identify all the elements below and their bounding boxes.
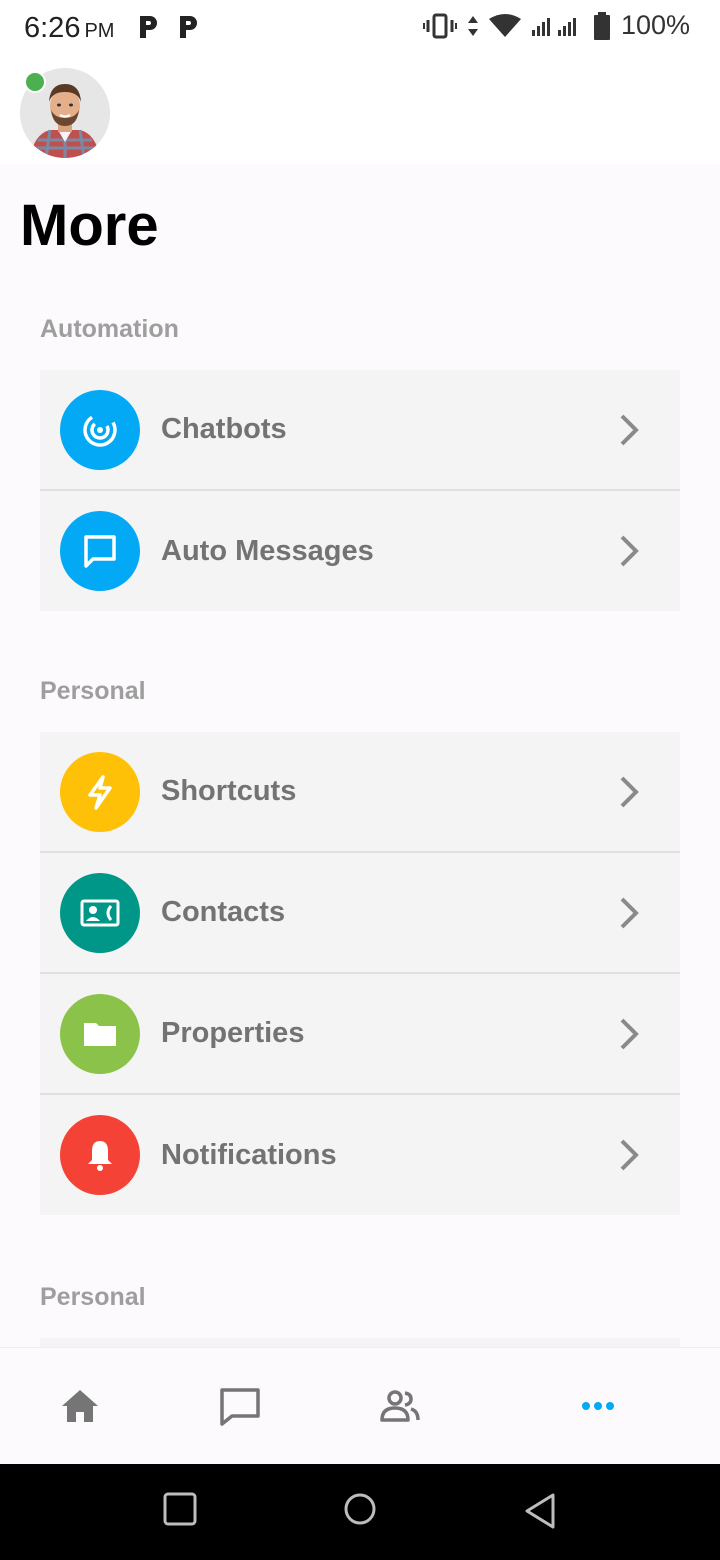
list-item-label: Properties bbox=[161, 1017, 305, 1049]
nav-home-button[interactable] bbox=[50, 1378, 110, 1434]
chevron-right-icon bbox=[620, 1139, 639, 1171]
status-time-value: 6:26 bbox=[24, 12, 81, 44]
list-item-shortcuts[interactable]: Shortcuts bbox=[40, 732, 680, 853]
chevron-right-icon bbox=[620, 897, 639, 928]
recents-icon[interactable] bbox=[163, 1492, 197, 1526]
list-item-label: Chatbots bbox=[161, 413, 287, 445]
parking-app-icon bbox=[140, 16, 157, 38]
bottom-nav bbox=[0, 1347, 720, 1464]
list-item-contacts[interactable]: Contacts bbox=[40, 853, 680, 974]
folder-icon bbox=[60, 993, 140, 1074]
chevron-right-icon bbox=[620, 776, 639, 807]
automation-group: Chatbots Auto Messages bbox=[40, 370, 680, 611]
status-ampm: PM bbox=[84, 20, 115, 42]
status-bar: 6:26 PM 100% bbox=[0, 0, 720, 56]
chat-icon bbox=[220, 1388, 260, 1426]
chevron-right-icon bbox=[620, 414, 639, 445]
people-icon bbox=[380, 1390, 420, 1422]
home-icon bbox=[62, 1390, 98, 1422]
nav-messages-button[interactable] bbox=[210, 1378, 270, 1434]
bell-icon bbox=[60, 1115, 140, 1195]
back-icon[interactable] bbox=[523, 1492, 557, 1530]
nav-more-button[interactable] bbox=[570, 1378, 630, 1434]
status-right: 100% bbox=[422, 10, 690, 41]
system-nav-bar bbox=[0, 1464, 720, 1560]
chevron-right-icon bbox=[620, 1018, 639, 1049]
list-item-label: Contacts bbox=[161, 896, 286, 928]
list-item-label: Notifications bbox=[161, 1138, 337, 1171]
nav-people-button[interactable] bbox=[370, 1378, 430, 1434]
contact-card-icon bbox=[60, 872, 140, 953]
data-transfer-icon bbox=[467, 15, 478, 36]
page-title: More bbox=[20, 193, 159, 258]
list-item-label: Auto Messages bbox=[161, 534, 374, 567]
section-label-automation: Automation bbox=[40, 315, 179, 343]
home-circle-icon[interactable] bbox=[343, 1492, 377, 1526]
wifi-icon bbox=[488, 13, 521, 37]
list-item-chatbots[interactable]: Chatbots bbox=[40, 370, 680, 491]
list-item-notifications[interactable]: Notifications bbox=[40, 1095, 680, 1215]
list-item-label: Shortcuts bbox=[161, 775, 297, 807]
header bbox=[0, 56, 720, 164]
chevron-right-icon bbox=[620, 535, 639, 567]
section-label-personal-2: Personal bbox=[40, 1283, 146, 1311]
personal-group: Shortcuts Contacts Properties Notificati… bbox=[40, 732, 680, 1215]
message-icon bbox=[60, 511, 140, 591]
list-item-auto-messages[interactable]: Auto Messages bbox=[40, 491, 680, 611]
parking-app-icon bbox=[180, 16, 197, 38]
lightning-icon bbox=[60, 751, 140, 832]
section-label-personal: Personal bbox=[40, 677, 146, 705]
vibrate-icon bbox=[422, 13, 457, 38]
battery-icon bbox=[593, 11, 610, 40]
more-dots-icon bbox=[582, 1402, 614, 1410]
notification-icons bbox=[136, 12, 200, 42]
status-time: 6:26 PM bbox=[24, 12, 114, 45]
signal-icon bbox=[531, 17, 576, 36]
online-status-dot bbox=[24, 71, 46, 93]
chatbot-icon bbox=[60, 389, 140, 470]
battery-percent: 100% bbox=[620, 10, 690, 40]
list-item-properties[interactable]: Properties bbox=[40, 974, 680, 1095]
